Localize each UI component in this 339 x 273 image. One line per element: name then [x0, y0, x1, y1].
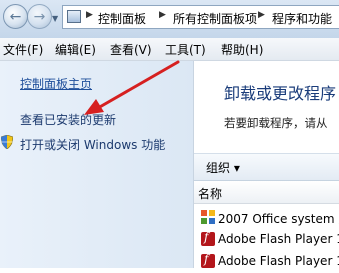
list-item[interactable]: 2007 Office system 兼 [194, 207, 339, 229]
menu-help[interactable]: 帮助(H) [221, 41, 263, 58]
control-panel-home-link[interactable]: 控制面板主页 [20, 75, 92, 92]
task-pane [0, 61, 193, 268]
list-item[interactable]: Adobe Flash Player 1 [194, 251, 339, 273]
office-icon [201, 210, 215, 224]
page-description: 若要卸载程序，请从 [224, 116, 328, 130]
breadcrumb-separator-icon[interactable]: ▶ [258, 10, 265, 20]
shield-icon [1, 135, 13, 149]
windows-features-link[interactable]: 打开或关闭 Windows 功能 [20, 136, 165, 153]
breadcrumb-control-panel[interactable]: 控制面板 [98, 10, 146, 27]
list-item[interactable]: Adobe Flash Player 1 [194, 229, 339, 251]
organize-button[interactable]: 组织 ▾ [206, 159, 240, 176]
command-toolbar: 组织 ▾ [194, 153, 339, 181]
breadcrumb-all-items[interactable]: 所有控制面板项 [173, 10, 257, 27]
flash-icon [201, 252, 215, 268]
breadcrumb-separator-icon[interactable]: ▶ [86, 10, 93, 20]
history-dropdown-icon[interactable]: ▼ [52, 14, 58, 23]
page-title: 卸载或更改程序 [224, 84, 337, 103]
program-name: Adobe Flash Player 1 [218, 254, 339, 268]
menu-edit[interactable]: 编辑(E) [55, 41, 96, 58]
address-bar-strip: ← → ▼ ▶ 控制面板 ▶ 所有控制面板项 ▶ 程序和功能 [0, 0, 339, 39]
view-installed-updates-link[interactable]: 查看已安装的更新 [20, 111, 116, 128]
flash-icon [201, 230, 215, 246]
program-name: Adobe Flash Player 1 [218, 232, 339, 246]
program-name: 2007 Office system 兼 [218, 212, 339, 226]
menu-bar: 文件(F) 编辑(E) 查看(V) 工具(T) 帮助(H) [0, 38, 339, 61]
back-button[interactable]: ← [3, 4, 28, 29]
menu-file[interactable]: 文件(F) [3, 41, 43, 58]
control-panel-icon [67, 10, 81, 23]
breadcrumb-programs-features[interactable]: 程序和功能 [272, 10, 332, 27]
menu-view[interactable]: 查看(V) [110, 41, 152, 58]
back-arrow-icon: ← [9, 9, 22, 25]
column-header[interactable]: 名称 [194, 181, 339, 204]
forward-arrow-icon: → [33, 9, 46, 25]
address-box[interactable]: ▶ 控制面板 ▶ 所有控制面板项 ▶ 程序和功能 [62, 5, 339, 29]
menu-tools[interactable]: 工具(T) [165, 41, 206, 58]
forward-button[interactable]: → [27, 4, 52, 29]
column-name-label: 名称 [198, 187, 223, 201]
breadcrumb-separator-icon[interactable]: ▶ [159, 10, 166, 20]
